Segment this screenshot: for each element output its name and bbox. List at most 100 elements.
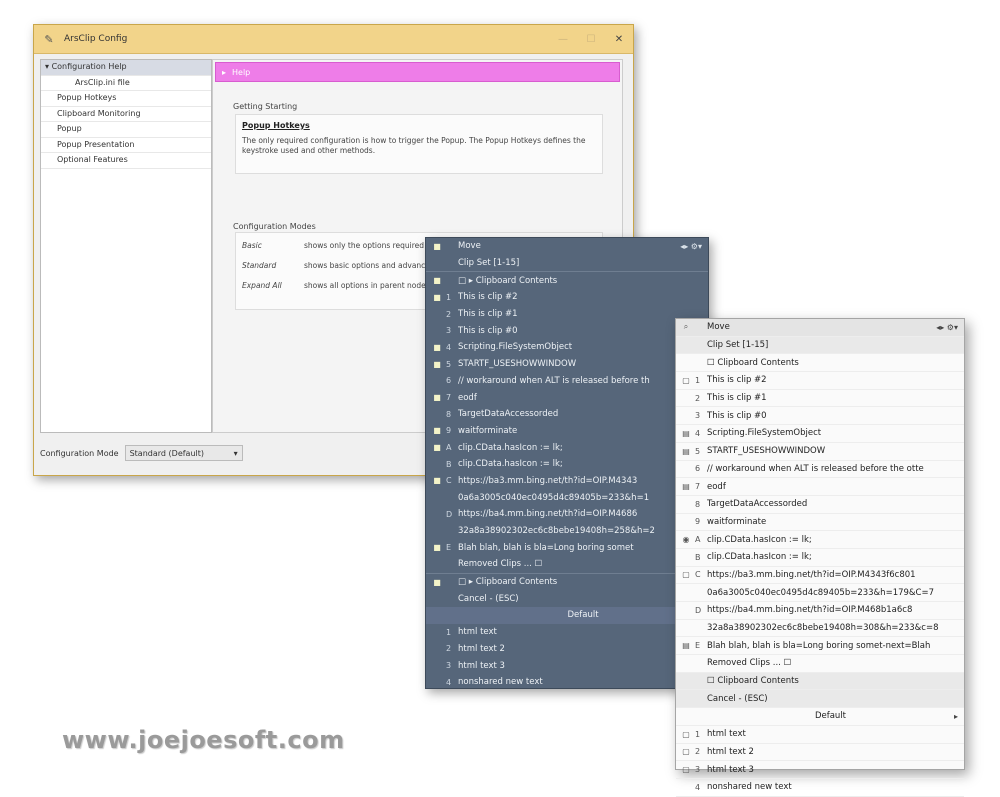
light-menu-item[interactable]: ▤ 4 Scripting.FileSystemObject — [676, 425, 964, 443]
dark-menu-item[interactable]: 2 html text 2 — [426, 641, 708, 658]
clip-type-icon: ■ — [433, 543, 441, 553]
light-menu-item[interactable]: ▢ Chttps://ba3.mm.bing.net/th?id=OIP.M434… — [676, 567, 964, 585]
light-menu-item[interactable]: Clip Set [1-15] — [676, 336, 964, 355]
light-menu-item[interactable]: 2 This is clip #1 — [676, 390, 964, 408]
light-menu-item[interactable]: ▤ 7 eodf — [676, 478, 964, 496]
menu-item-label: STARTF_USESHOWWINDOW — [458, 359, 577, 370]
menu-item-label: waitforminate — [707, 516, 767, 527]
light-menu-item[interactable]: ▤ 5 STARTF_USESHOWWINDOW — [676, 443, 964, 461]
menu-item-label: 0a6a3005c040ec0495d4c89405b=233&h=1 — [458, 492, 650, 503]
menu-item-label: This is clip #2 — [707, 375, 767, 386]
dark-menu-item[interactable]: ■ Aclip.CData.hasIcon := lk; — [426, 439, 708, 456]
clip-type-icon — [430, 610, 444, 620]
menu-item-label: Cancel - (ESC) — [707, 693, 768, 704]
dark-menu-item[interactable]: Dhttps://ba4.mm.bing.net/th?id=OIP.M4686 — [426, 506, 708, 523]
menu-item-label: https://ba4.mm.bing.net/th?id=OIP.M468b1… — [707, 605, 913, 616]
dark-menu-item[interactable]: 3 This is clip #0 — [426, 322, 708, 339]
dark-menu-item[interactable]: 32a8a38902302ec6c8bebe19408h=258&h=2 — [426, 523, 708, 540]
dark-menu-item[interactable]: 0a6a3005c040ec0495d4c89405b=233&h=1 — [426, 489, 708, 506]
dark-menu-item[interactable]: Default — [426, 607, 708, 624]
dark-menu-item[interactable]: ■ □ ▸ Clipboard Contents — [426, 574, 708, 591]
dark-menu-item[interactable]: ■ E Blah blah, blah is bla=Long boring som… — [426, 539, 708, 556]
close-button[interactable]: ✕ — [605, 34, 633, 45]
dark-menu-item[interactable]: Clip Set [1-15] — [426, 255, 708, 273]
light-menu-item[interactable]: ◉ Aclip.CData.hasIcon := lk; — [676, 531, 964, 549]
light-menu-item[interactable]: ▢ 3 html text 3 — [676, 761, 964, 779]
tree-item-arsclip-ini[interactable]: ArsClip.ini file — [41, 76, 211, 91]
hotkey-number: 4 — [695, 782, 701, 792]
clip-type-icon — [430, 644, 444, 654]
light-menu-item[interactable]: ▢ 1 This is clip #2 — [676, 372, 964, 390]
tree-item-clipboard-monitoring[interactable]: Clipboard Monitoring — [41, 107, 211, 122]
dark-menu-item[interactable]: 2 This is clip #1 — [426, 306, 708, 323]
hotkey-number: 9 — [695, 517, 701, 527]
light-menu-item[interactable]: ☐ Clipboard Contents — [676, 354, 964, 373]
menu-item-label: // workaround when ALT is released befor… — [458, 375, 650, 386]
popup-hotkeys-link[interactable]: Popup Hotkeys — [242, 121, 602, 130]
light-menu-item[interactable]: ⌕ Move ◂▸ ⚙▾ — [676, 319, 964, 337]
tree-item-popup-hotkeys[interactable]: Popup Hotkeys — [41, 91, 211, 107]
dark-menu-item[interactable]: ■ 5 STARTF_USESHOWWINDOW — [426, 356, 708, 373]
config-tree[interactable]: ▾ Configuration Help ArsClip.ini file Po… — [40, 59, 212, 433]
tree-item-popup[interactable]: Popup — [41, 122, 211, 138]
clip-type-icon — [430, 526, 444, 536]
light-menu-item[interactable]: 4 nonshared new text — [676, 779, 964, 797]
tree-item-popup-presentation[interactable]: Popup Presentation — [41, 138, 211, 153]
dark-menu-item[interactable]: 1 html text — [426, 624, 708, 641]
dark-menu-item[interactable]: ■ 4 Scripting.FileSystemObject — [426, 339, 708, 356]
dark-menu-item[interactable]: 6 // workaround when ALT is released befo… — [426, 373, 708, 390]
light-menu-item[interactable]: 8 TargetDataAccessorded — [676, 496, 964, 514]
light-menu-item[interactable]: 6 // workaround when ALT is released befo… — [676, 461, 964, 479]
menu-item-label: □ ▸ Clipboard Contents — [458, 275, 558, 286]
maximize-button[interactable]: ☐ — [577, 34, 605, 45]
light-menu-item[interactable]: ▢ 2 html text 2 — [676, 744, 964, 762]
hotkey-number: 7 — [446, 393, 452, 403]
dark-menu-item[interactable]: ■ □ ▸ Clipboard Contents — [426, 272, 708, 289]
dark-menu-item[interactable]: Bclip.CData.hasIcon := lk; — [426, 456, 708, 473]
light-menu-item[interactable]: Dhttps://ba4.mm.bing.net/th?id=OIP.M468b… — [676, 602, 964, 620]
light-menu-item[interactable]: 9 waitforminate — [676, 514, 964, 532]
getting-started-box: Popup Hotkeys The only required configur… — [235, 114, 603, 174]
menu-options-icon[interactable]: ◂▸ ⚙▾ — [936, 323, 958, 332]
menu-item-label: Clip Set [1-15] — [458, 258, 520, 269]
dark-menu-item[interactable]: 8 TargetDataAccessorded — [426, 406, 708, 423]
light-menu-item[interactable]: Bclip.CData.hasIcon := lk; — [676, 549, 964, 567]
title-bar[interactable]: ✎ ArsClip Config — ☐ ✕ — [34, 25, 633, 54]
light-menu-item[interactable]: Default ▸ — [676, 708, 964, 726]
light-menu-item[interactable]: Removed Clips ... ☐ — [676, 655, 964, 673]
light-menu-item[interactable]: 0a6a3005c040ec0495d4c89405b=233&h=179&C=… — [676, 584, 964, 602]
dark-menu-item[interactable]: ■ 9 waitforminate — [426, 423, 708, 440]
menu-item-label: This is clip #1 — [458, 309, 518, 320]
dark-menu-item[interactable]: ■ 1 This is clip #2 — [426, 289, 708, 306]
hotkey-number: E — [446, 543, 452, 553]
menu-item-label: Scripting.FileSystemObject — [707, 428, 822, 439]
light-menu-item[interactable]: 32a8a38902302ec6c8bebe19408h=308&h=233&c… — [676, 620, 964, 638]
light-menu-item[interactable]: 3 This is clip #0 — [676, 407, 964, 426]
config-mode-select[interactable]: Standard (Default) ▾ — [124, 445, 243, 461]
clip-type-icon — [430, 409, 444, 419]
menu-item-label: eodf — [458, 392, 477, 403]
light-menu-item[interactable]: ▤ E Blah blah, blah is bla=Long boring som… — [676, 637, 964, 656]
clip-type-icon — [679, 464, 693, 474]
menu-options-icon[interactable]: ▸ — [954, 712, 958, 721]
light-menu-item[interactable]: ☐ Clipboard Contents — [676, 672, 964, 691]
dark-menu-item[interactable]: Cancel - (ESC) — [426, 590, 708, 607]
dark-menu-item[interactable]: ■ 7 eodf — [426, 389, 708, 406]
clip-type-icon — [679, 340, 693, 350]
menu-options-icon[interactable]: ◂▸ ⚙▾ — [680, 242, 702, 251]
menu-item-label: eodf — [707, 481, 726, 492]
tree-item-configuration-help[interactable]: ▾ Configuration Help — [41, 60, 211, 76]
hotkey-number: 1 — [446, 292, 452, 302]
light-menu-item[interactable]: Cancel - (ESC) — [676, 690, 964, 709]
tree-item-optional-features[interactable]: Optional Features — [41, 153, 211, 169]
minimize-button[interactable]: — — [549, 34, 577, 45]
hotkey-number: A — [695, 535, 701, 545]
window-title: ArsClip Config — [64, 34, 128, 44]
dark-menu-item[interactable]: Removed Clips ... ☐ — [426, 556, 708, 574]
menu-item-label: ☐ Clipboard Contents — [707, 357, 799, 368]
dark-menu-item[interactable]: ■ Chttps://ba3.mm.bing.net/th?id=OIP.M434… — [426, 473, 708, 490]
dark-menu-item[interactable]: 4 nonshared new text — [426, 674, 708, 691]
light-menu-item[interactable]: ▢ 1 html text — [676, 726, 964, 744]
dark-menu-item[interactable]: ■ Move ◂▸ ⚙▾ — [426, 238, 708, 255]
dark-menu-item[interactable]: 3 html text 3 — [426, 657, 708, 674]
